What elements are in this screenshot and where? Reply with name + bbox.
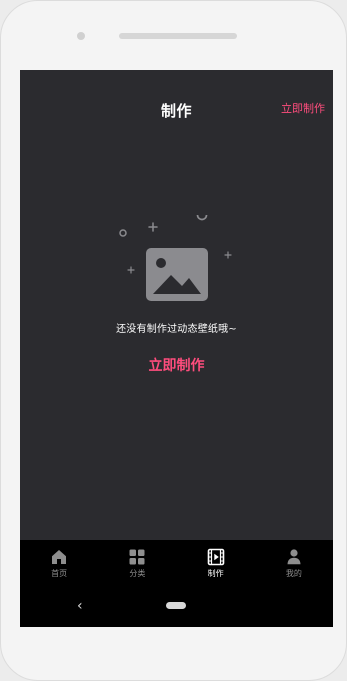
empty-state-message: 还没有制作过动态壁纸哦~	[116, 324, 237, 335]
tab-profile-label: 我的	[285, 569, 302, 578]
user-icon	[287, 549, 301, 565]
tab-create[interactable]: 制作	[187, 542, 245, 586]
home-icon	[52, 550, 67, 564]
tab-category-label: 分类	[129, 569, 146, 578]
phone-bottom-chin	[1, 624, 347, 680]
back-icon[interactable]: ‹	[77, 599, 83, 613]
video-icon	[207, 548, 224, 566]
tab-home[interactable]: 首页	[30, 542, 88, 586]
top-bar: 制作 立即制作	[20, 70, 333, 143]
make-now-header-button[interactable]: 立即制作	[281, 100, 325, 116]
bottom-tab-bar: 首页 分类 制作 我的	[20, 540, 333, 587]
phone-frame: 制作 立即制作 还没有制作过动态壁纸哦~ 立即制作 首页 分类 制作 我的 ‹	[0, 0, 347, 681]
tab-category[interactable]: 分类	[108, 542, 166, 586]
home-gesture-bar[interactable]	[166, 602, 186, 609]
grid-icon	[129, 549, 145, 565]
front-camera	[77, 32, 85, 40]
tab-profile[interactable]: 我的	[265, 542, 323, 586]
make-now-button[interactable]: 立即制作	[20, 355, 333, 375]
tab-create-label: 制作	[207, 569, 224, 578]
speaker-grille	[119, 33, 237, 39]
image-placeholder-icon	[119, 209, 232, 301]
empty-state-illustration	[115, 209, 235, 305]
tab-home-label: 首页	[51, 569, 68, 578]
app-screen: 制作 立即制作 还没有制作过动态壁纸哦~ 立即制作 首页 分类 制作 我的 ‹	[20, 70, 333, 627]
system-navigation-bar: ‹	[20, 587, 333, 627]
